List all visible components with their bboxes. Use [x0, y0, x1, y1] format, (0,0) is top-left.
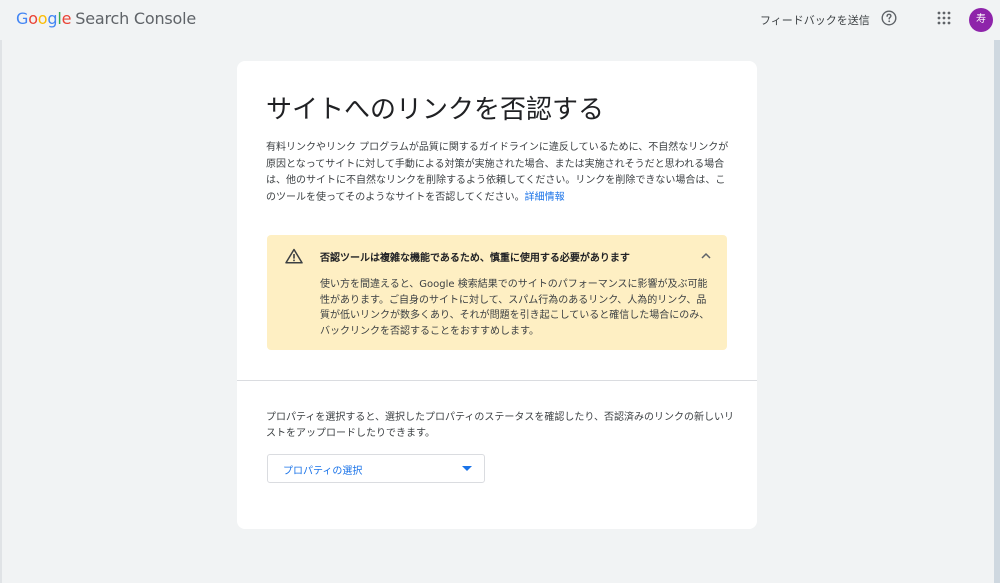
- logo-letter: o: [37, 9, 48, 28]
- logo-letter: g: [47, 9, 58, 28]
- logo-letter: e: [61, 9, 72, 28]
- property-select-label: プロパティの選択: [283, 466, 363, 477]
- top-bar: Google Search Console フィードバックを送信 寿: [0, 0, 1000, 40]
- property-description: プロパティを選択すると、選択したプロパティのステータスを確認したり、否認済みのリ…: [266, 412, 734, 439]
- apps-grid-icon[interactable]: [937, 11, 951, 25]
- warning-triangle-icon: [285, 248, 303, 264]
- warning-body: 使い方を間違えると、Google 検索結果でのサイトのパフォーマンスに影響が及ぶ…: [320, 279, 710, 337]
- dropdown-arrow-icon: [462, 466, 472, 471]
- description-text: 有料リンクやリンク プログラムが品質に関するガイドラインに違反しているために、不…: [266, 140, 730, 206]
- learn-more-link[interactable]: 詳細情報: [525, 192, 565, 203]
- warning-title: 否認ツールは複雑な機能であるため、慎重に使用する必要があります: [320, 253, 630, 264]
- page-title: サイトへのリンクを否認する: [266, 95, 605, 125]
- product-name: Search Console: [75, 9, 197, 28]
- disavow-card: サイトへのリンクを否認する 有料リンクやリンク プログラムが品質に関するガイドラ…: [237, 61, 757, 529]
- property-select-dropdown[interactable]: プロパティの選択: [267, 454, 485, 483]
- chevron-up-icon[interactable]: [699, 249, 713, 263]
- warning-panel: 否認ツールは複雑な機能であるため、慎重に使用する必要があります 使い方を間違える…: [267, 235, 727, 350]
- help-circle-icon[interactable]: [881, 10, 897, 26]
- left-edge: [0, 40, 2, 583]
- send-feedback-link[interactable]: フィードバックを送信: [760, 12, 870, 28]
- google-search-console-logo[interactable]: Google Search Console: [16, 9, 196, 28]
- description-body: 有料リンクやリンク プログラムが品質に関するガイドラインに違反しているために、不…: [266, 142, 729, 203]
- account-avatar[interactable]: 寿: [969, 8, 993, 32]
- logo-letter: G: [16, 9, 29, 28]
- logo-letter: o: [28, 9, 38, 28]
- scrollbar[interactable]: [994, 40, 1000, 583]
- divider: [237, 380, 757, 381]
